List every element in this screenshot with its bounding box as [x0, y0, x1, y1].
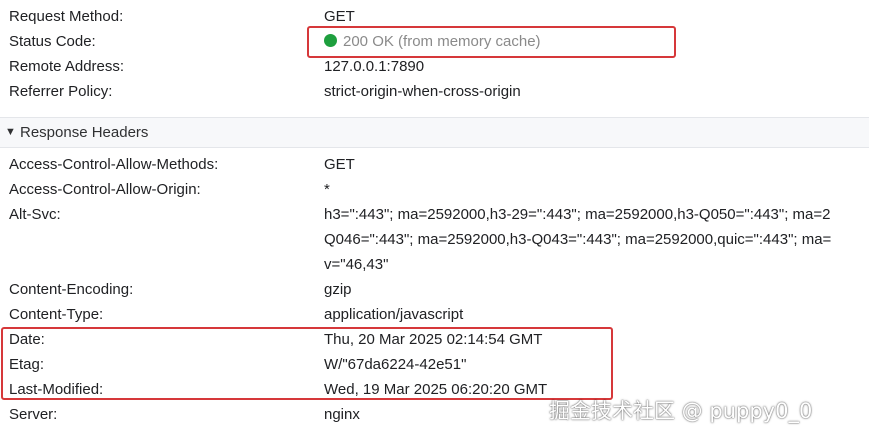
header-value: 127.0.0.1:7890: [324, 58, 425, 75]
header-value: GET: [324, 156, 355, 173]
header-value: GET: [324, 8, 355, 25]
header-value: application/javascript: [324, 306, 464, 323]
header-row-allow-methods: Access-Control-Allow-Methods: GET: [0, 152, 869, 177]
header-row-etag: Etag: W/"67da6224-42e51": [0, 352, 869, 377]
header-row-content-type: Content-Type: application/javascript: [0, 302, 869, 327]
header-key: Referrer Policy:: [9, 83, 113, 100]
header-key: Request Method:: [9, 8, 124, 25]
header-key: Access-Control-Allow-Methods:: [9, 156, 219, 173]
status-ok-dot-icon: [324, 34, 337, 47]
devtools-headers-panel: Request Method: GET Status Code: 200 OK …: [0, 0, 869, 440]
header-key: Remote Address:: [9, 58, 125, 75]
header-row-allow-origin: Access-Control-Allow-Origin: *: [0, 177, 869, 202]
triangle-down-icon: ▼: [5, 126, 16, 138]
header-key: Date:: [9, 331, 45, 348]
header-value: W/"67da6224-42e51": [324, 356, 467, 373]
header-value: *: [324, 181, 330, 198]
status-value: 200 OK (from memory cache): [324, 29, 541, 54]
header-row-referrer-policy: Referrer Policy: strict-origin-when-cros…: [0, 79, 869, 104]
header-value-line: v="46,43": [324, 256, 389, 273]
header-value: Thu, 20 Mar 2025 02:14:54 GMT: [324, 331, 543, 348]
header-key: Status Code:: [9, 33, 96, 50]
header-key: Server:: [9, 406, 58, 423]
header-value: nginx: [324, 406, 360, 423]
header-row-date: Date: Thu, 20 Mar 2025 02:14:54 GMT: [0, 327, 869, 352]
header-value-line: Q046=":443"; ma=2592000,h3-Q043=":443"; …: [324, 231, 832, 248]
header-key: Content-Encoding:: [9, 281, 134, 298]
header-row-status-code: Status Code: 200 OK (from memory cache): [0, 29, 869, 54]
watermark: 掘金技术社区 @ puppy0_0: [549, 399, 813, 423]
header-row-request-method: Request Method: GET: [0, 4, 869, 29]
header-key: Last-Modified:: [9, 381, 104, 398]
header-key: Access-Control-Allow-Origin:: [9, 181, 201, 198]
header-key: Etag:: [9, 356, 45, 373]
status-text: 200 OK (from memory cache): [343, 33, 541, 50]
header-key: Alt-Svc:: [9, 206, 61, 223]
header-value: strict-origin-when-cross-origin: [324, 83, 521, 100]
header-row-content-encoding: Content-Encoding: gzip: [0, 277, 869, 302]
header-row-alt-svc: Alt-Svc: h3=":443"; ma=2592000,h3-29=":4…: [0, 202, 869, 277]
header-value: gzip: [324, 281, 352, 298]
header-row-remote-address: Remote Address: 127.0.0.1:7890: [0, 54, 869, 79]
header-value-line: h3=":443"; ma=2592000,h3-29=":443"; ma=2…: [324, 206, 831, 223]
response-headers-section-toggle[interactable]: ▼ Response Headers: [0, 117, 869, 148]
section-title: Response Headers: [20, 124, 149, 141]
header-key: Content-Type:: [9, 306, 104, 323]
header-value: Wed, 19 Mar 2025 06:20:20 GMT: [324, 381, 548, 398]
